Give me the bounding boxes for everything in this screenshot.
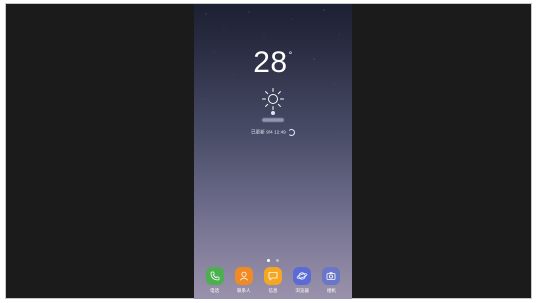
location-pin-icon [271, 111, 275, 115]
app-label-phone: 电话 [210, 288, 220, 293]
app-label-camera: 相机 [326, 288, 336, 293]
dock-app-browser[interactable]: 浏览器 [289, 267, 315, 297]
refresh-icon[interactable] [287, 129, 295, 136]
dock-app-camera[interactable]: 相机 [318, 267, 344, 297]
location-name-blurred [262, 118, 284, 122]
camera-icon [322, 267, 341, 285]
temperature-value: 28 [253, 46, 288, 79]
browser-icon [293, 267, 312, 285]
page-dot-2[interactable] [276, 259, 279, 262]
app-label-messages: 信息 [268, 288, 278, 293]
app-label-contacts: 联系人 [237, 288, 251, 293]
contacts-icon [234, 267, 253, 285]
page-indicator [194, 249, 352, 267]
degree-symbol: ° [288, 50, 293, 60]
app-dock: 电话 联系人 信息 浏览器 相机 [194, 267, 352, 297]
updated-text: 已更新 9/4 12:49 [251, 129, 286, 135]
weather-updated-time[interactable]: 已更新 9/4 12:49 [194, 129, 352, 136]
page-dot-1[interactable] [267, 259, 270, 262]
app-label-browser: 浏览器 [295, 288, 309, 293]
weather-temperature[interactable]: 28° [194, 46, 352, 80]
phone-screen: 28° 已更新 9/4 12:49 电话 联系人 信息 浏览器 相机 [194, 4, 352, 299]
sun-icon [262, 88, 284, 110]
dock-app-phone[interactable]: 电话 [202, 267, 228, 297]
dock-app-messages[interactable]: 信息 [260, 267, 286, 297]
messages-icon [263, 267, 282, 285]
phone-icon [205, 267, 224, 285]
dock-app-contacts[interactable]: 联系人 [231, 267, 257, 297]
